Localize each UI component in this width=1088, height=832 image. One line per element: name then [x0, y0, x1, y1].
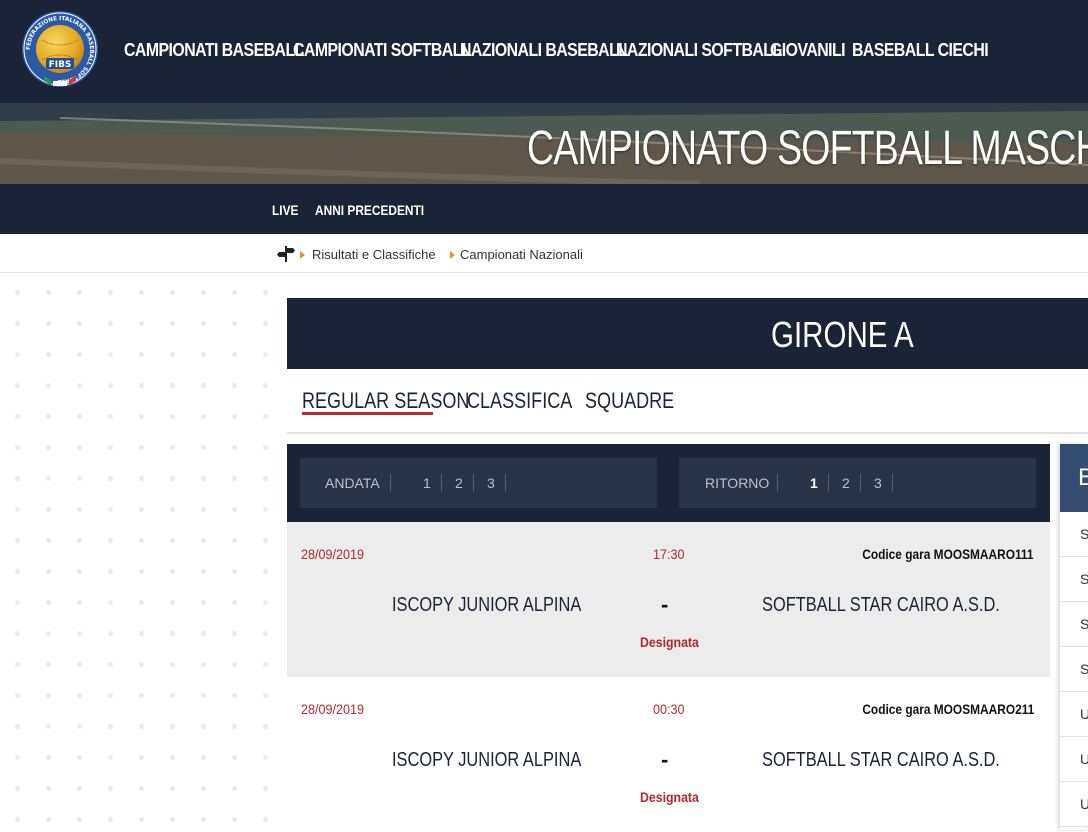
- nav-campionati-softball[interactable]: CAMPIONATI SOFTBALL: [293, 40, 472, 61]
- side-panel-row[interactable]: S: [1060, 512, 1088, 557]
- game-code: Codice gara MOOSMAARO211: [862, 701, 1034, 717]
- home-team[interactable]: ISCOPY JUNIOR ALPINA: [392, 594, 581, 617]
- round-divider: [505, 474, 506, 492]
- side-row-text: U: [1080, 751, 1088, 767]
- tab-regular-season[interactable]: REGULAR SEASON: [302, 388, 469, 414]
- breadcrumb: Risultati e Classifiche Campionati Nazio…: [0, 234, 1088, 273]
- side-row-text: S: [1080, 661, 1088, 677]
- round-divider: [441, 474, 442, 492]
- nav-live[interactable]: LIVE: [272, 202, 298, 218]
- game-code: Codice gara MOOSMAARO111: [862, 546, 1034, 562]
- round-divider: [473, 474, 474, 492]
- nav-campionati-baseball[interactable]: CAMPIONATI BASEBALL: [124, 40, 304, 61]
- breadcrumb-arrow-icon: [450, 251, 455, 259]
- round-divider: [828, 474, 829, 492]
- ritorno-round-1[interactable]: 1: [810, 475, 818, 491]
- tab-squadre[interactable]: SQUADRE: [585, 388, 674, 414]
- side-panel-row[interactable]: U: [1060, 692, 1088, 737]
- side-row-text: S: [1080, 526, 1088, 542]
- round-divider: [390, 474, 391, 492]
- game-status: Designata: [640, 789, 699, 805]
- side-panel-row[interactable]: U: [1060, 782, 1088, 827]
- round-divider: [860, 474, 861, 492]
- tabs-bar: REGULAR SEASON CLASSIFICA SQUADRE: [287, 369, 1088, 434]
- ritorno-rounds: RITORNO 1 2 3: [679, 458, 1036, 508]
- signpost-icon[interactable]: [277, 246, 295, 262]
- ritorno-round-2[interactable]: 2: [842, 475, 850, 491]
- nav-baseball-ciechi[interactable]: BASEBALL CIECHI: [852, 40, 989, 61]
- andata-round-1[interactable]: 1: [423, 475, 431, 491]
- side-panel-row[interactable]: S: [1060, 602, 1088, 647]
- side-row-text: U: [1080, 796, 1088, 812]
- side-panel-header-text: B: [1078, 464, 1088, 491]
- game-date: 28/09/2019: [301, 701, 365, 717]
- active-tab-indicator: [302, 412, 433, 415]
- andata-label: ANDATA: [325, 475, 380, 491]
- main-menu: CAMPIONATI BASEBALL CAMPIONATI SOFTBALL …: [124, 40, 989, 61]
- tab-classifica[interactable]: CLASSIFICA: [467, 388, 572, 414]
- hero-banner: CAMPIONATO SOFTBALL MASCH: [0, 103, 1088, 184]
- side-panel-row[interactable]: S: [1060, 557, 1088, 602]
- game-score: -: [661, 747, 669, 772]
- round-divider: [777, 474, 778, 492]
- andata-round-2[interactable]: 2: [455, 475, 463, 491]
- game-date: 28/09/2019: [301, 546, 365, 562]
- nav-nazionali-softball[interactable]: NAZIONALI SOFTBALL: [616, 40, 782, 61]
- ritorno-label: RITORNO: [705, 475, 770, 491]
- breadcrumb-risultati[interactable]: Risultati e Classifiche: [312, 247, 436, 262]
- sub-navigation-bar: LIVE ANNI PRECEDENTI: [0, 184, 1088, 234]
- top-navigation-bar: FEDERAZIONE ITALIANA BASEBALL SOFTBALL F…: [0, 0, 1088, 103]
- game-row[interactable]: 28/09/2019 17:30 Codice gara MOOSMAARO11…: [287, 522, 1050, 677]
- game-time: 00:30: [653, 701, 685, 717]
- game-score: -: [661, 592, 669, 617]
- group-title: GIRONE A: [771, 314, 914, 355]
- nav-giovanili[interactable]: GIOVANILI: [770, 40, 846, 61]
- svg-text:FIBS: FIBS: [49, 60, 72, 70]
- away-team[interactable]: SOFTBALL STAR CAIRO A.S.D.: [762, 749, 1000, 772]
- side-panel-row[interactable]: U: [1060, 737, 1088, 782]
- andata-rounds: ANDATA 1 2 3: [300, 458, 657, 508]
- side-panel-header: B: [1060, 444, 1088, 512]
- schedule-panel: ANDATA 1 2 3 RITORNO 1 2 3 28/09/2019 17…: [287, 444, 1050, 832]
- fibs-logo[interactable]: FEDERAZIONE ITALIANA BASEBALL SOFTBALL F…: [20, 10, 100, 88]
- game-time: 17:30: [653, 546, 685, 562]
- side-row-text: S: [1080, 571, 1088, 587]
- game-status: Designata: [640, 634, 699, 650]
- away-team[interactable]: SOFTBALL STAR CAIRO A.S.D.: [762, 594, 1000, 617]
- ritorno-round-3[interactable]: 3: [874, 475, 882, 491]
- side-row-text: U: [1080, 706, 1088, 722]
- championship-title: CAMPIONATO SOFTBALL MASCH: [527, 122, 1088, 175]
- breadcrumb-campionati-nazionali[interactable]: Campionati Nazionali: [460, 247, 583, 262]
- side-panel-row[interactable]: S: [1060, 647, 1088, 692]
- breadcrumb-arrow-icon: [300, 251, 305, 259]
- andata-round-3[interactable]: 3: [487, 475, 495, 491]
- side-row-text: S: [1080, 616, 1088, 632]
- group-header: GIRONE A: [287, 298, 1088, 369]
- home-team[interactable]: ISCOPY JUNIOR ALPINA: [392, 749, 581, 772]
- round-divider: [892, 474, 893, 492]
- rounds-selector: ANDATA 1 2 3 RITORNO 1 2 3: [287, 444, 1050, 522]
- side-panel: B S S S S U U U: [1060, 444, 1088, 830]
- dot-pattern-background: [0, 273, 270, 830]
- nav-nazionali-baseball[interactable]: NAZIONALI BASEBALL: [460, 40, 628, 61]
- game-row[interactable]: 28/09/2019 00:30 Codice gara MOOSMAARO21…: [287, 677, 1050, 832]
- nav-anni-precedenti[interactable]: ANNI PRECEDENTI: [315, 202, 424, 218]
